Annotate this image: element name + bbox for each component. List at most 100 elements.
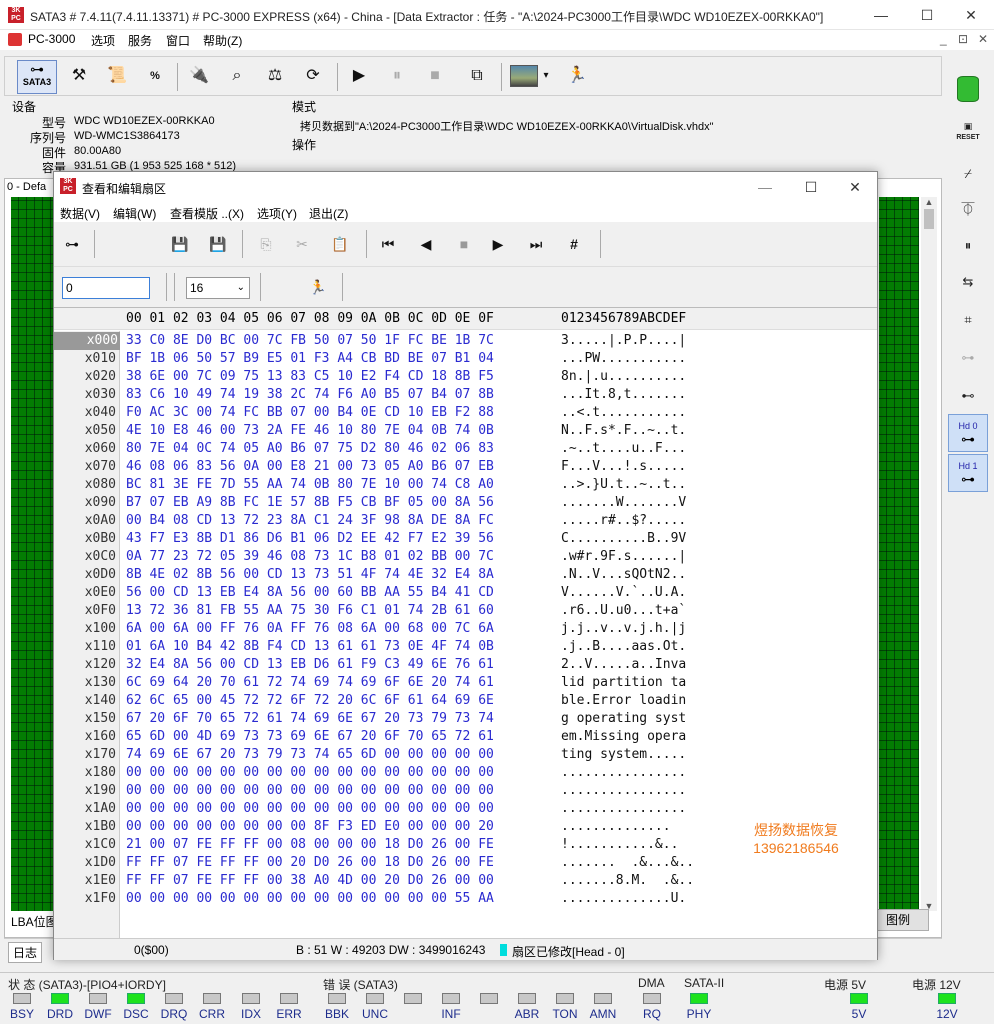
row-ascii[interactable]: C..........B..9V — [561, 530, 686, 548]
row-hex-bytes[interactable]: 0A 77 23 72 05 39 46 08 73 1C B8 01 02 B… — [126, 548, 494, 566]
row-hex-bytes[interactable]: 01 6A 10 B4 42 8B F4 CD 13 61 61 73 0E 4… — [126, 638, 494, 656]
hex-row[interactable]: x150 67 20 6F 70 65 72 61 74 69 6E 67 20 … — [54, 710, 877, 728]
mdi-minimize-button[interactable]: _ — [940, 32, 947, 46]
row-hex-bytes[interactable]: 8B 4E 02 8B 56 00 CD 13 73 51 4F 74 4E 3… — [126, 566, 494, 584]
hex-row[interactable]: x1A0 00 00 00 00 00 00 00 00 00 00 00 00 … — [54, 800, 877, 818]
next-sector-icon[interactable]: ▶ — [484, 230, 512, 258]
row-hex-bytes[interactable]: FF FF 07 FE FF FF 00 38 A0 4D 00 20 D0 2… — [126, 872, 494, 890]
dialog-maximize-button[interactable]: ☐ — [788, 172, 834, 202]
stop-icon[interactable]: ■ — [419, 61, 451, 93]
hex-row[interactable]: x140 62 6C 65 00 45 72 72 6F 72 20 6C 6F … — [54, 692, 877, 710]
hex-row[interactable]: x100 6A 00 6A 00 FF 76 0A FF 76 08 6A 00 … — [54, 620, 877, 638]
row-ascii[interactable]: ...PW........... — [561, 350, 686, 368]
play-icon[interactable]: ▶ — [343, 61, 375, 93]
row-hex-bytes[interactable]: 13 72 36 81 FB 55 AA 75 30 F6 C1 01 74 2… — [126, 602, 494, 620]
copy-bytes-icon[interactable]: ⎘ — [252, 230, 280, 258]
row-hex-bytes[interactable]: 00 00 00 00 00 00 00 00 00 00 00 00 00 0… — [126, 800, 494, 818]
binoculars-icon[interactable]: ⌕ — [221, 61, 253, 93]
database-power-icon[interactable] — [950, 76, 986, 112]
row-ascii[interactable]: ..<.t........... — [561, 404, 686, 422]
pause-right-icon[interactable]: ⏸ — [950, 228, 986, 264]
goto-sector-icon[interactable]: # — [560, 230, 588, 258]
row-ascii[interactable]: ................ — [561, 782, 686, 800]
hex-row[interactable]: x0B0 43 F7 E3 8B D1 86 D6 B1 06 D2 EE 42 … — [54, 530, 877, 548]
row-hex-bytes[interactable]: B7 07 EB A9 8B FC 1E 57 8B F5 CB BF 05 0… — [126, 494, 494, 512]
row-ascii[interactable]: ...It.8,t....... — [561, 386, 686, 404]
row-hex-bytes[interactable]: 67 20 6F 70 65 72 61 74 69 6E 67 20 73 7… — [126, 710, 494, 728]
row-ascii[interactable]: lid partition ta — [561, 674, 686, 692]
menu-app[interactable]: PC-3000 — [28, 32, 75, 46]
row-hex-bytes[interactable]: 74 69 6E 67 20 73 79 73 74 65 6D 00 00 0… — [126, 746, 494, 764]
menu-service[interactable]: 服务 — [128, 32, 152, 49]
runner-icon[interactable]: 🏃 — [561, 61, 593, 93]
row-ascii[interactable]: g operating syst — [561, 710, 686, 728]
row-ascii[interactable]: 3.....|.P.P....| — [561, 332, 686, 350]
dialog-menu-edit[interactable]: 编辑(W) — [113, 205, 156, 222]
menu-window[interactable]: 窗口 — [166, 32, 190, 49]
row-ascii[interactable]: .w#r.9F.s......| — [561, 548, 686, 566]
dialog-menu-exit[interactable]: 退出(Z) — [309, 205, 348, 222]
transfer-icon[interactable]: ⇆ — [950, 264, 986, 300]
row-hex-bytes[interactable]: BC 81 3E FE 7D 55 AA 74 0B 80 7E 10 00 7… — [126, 476, 494, 494]
row-hex-bytes[interactable]: 00 B4 08 CD 13 72 23 8A C1 24 3F 98 8A D… — [126, 512, 494, 530]
row-hex-bytes[interactable]: 6A 00 6A 00 FF 76 0A FF 76 08 6A 00 68 0… — [126, 620, 494, 638]
row-ascii[interactable]: .r6..U.u0...t+a` — [561, 602, 686, 620]
row-ascii[interactable]: .......W.......V — [561, 494, 686, 512]
sata-port-button[interactable]: ⊶ SATA3 — [17, 60, 57, 94]
row-ascii[interactable]: ..............U. — [561, 890, 686, 908]
row-ascii[interactable]: ting system..... — [561, 746, 686, 764]
bytes-per-row-select[interactable]: 16 ⌄ — [186, 277, 250, 299]
dialog-menu-data[interactable]: 数据(V) — [60, 205, 100, 222]
scroll-icon[interactable]: 📜 — [101, 61, 133, 93]
first-sector-icon[interactable]: ⏮ — [374, 230, 402, 258]
row-ascii[interactable]: 2..V.....a..Inva — [561, 656, 686, 674]
row-ascii[interactable]: j.j..v..v.j.h.|j — [561, 620, 686, 638]
write-sector-icon[interactable]: 💾 — [204, 230, 232, 258]
row-ascii[interactable]: V......V.`..U.A. — [561, 584, 686, 602]
hex-row[interactable]: x040 F0 AC 3C 00 74 FC BB 07 00 B4 0E CD … — [54, 404, 877, 422]
image-icon[interactable] — [510, 65, 538, 87]
hex-row[interactable]: x000 33 C0 8E D0 BC 00 7C FB 50 07 50 1F … — [54, 332, 877, 350]
row-hex-bytes[interactable]: F0 AC 3C 00 74 FC BB 07 00 B4 0E CD 10 E… — [126, 404, 494, 422]
row-ascii[interactable]: ....... .&...&.. — [561, 854, 694, 872]
percent-icon[interactable]: % — [139, 61, 171, 93]
head-0-button[interactable]: Hd 0 ⊶ — [948, 414, 988, 452]
log-tab[interactable]: 日志 — [8, 942, 43, 963]
row-ascii[interactable]: .j..B....aas.Ot. — [561, 638, 686, 656]
save-sector-icon[interactable]: 💾 — [166, 230, 194, 258]
row-hex-bytes[interactable]: 38 6E 00 7C 09 75 13 83 C5 10 E2 F4 CD 1… — [126, 368, 494, 386]
hex-row[interactable]: x050 4E 10 E8 46 00 73 2A FE 46 10 80 7E … — [54, 422, 877, 440]
dialog-menu-template[interactable]: 查看模版 ..(X) — [170, 205, 244, 222]
row-ascii[interactable]: .....r#..$?..... — [561, 512, 686, 530]
hex-row[interactable]: x070 46 08 06 83 56 0A 00 E8 21 00 73 05 … — [54, 458, 877, 476]
menu-help[interactable]: 帮助(Z) — [203, 32, 242, 49]
row-hex-bytes[interactable]: 00 00 00 00 00 00 00 00 00 00 00 00 00 0… — [126, 782, 494, 800]
row-hex-bytes[interactable]: 33 C0 8E D0 BC 00 7C FB 50 07 50 1F FC B… — [126, 332, 494, 350]
head-1-button[interactable]: Hd 1 ⊶ — [948, 454, 988, 492]
dialog-close-button[interactable]: ✕ — [832, 172, 878, 202]
hex-row[interactable]: x1E0 FF FF 07 FE FF FF 00 38 A0 4D 00 20 … — [54, 872, 877, 890]
pin-icon[interactable]: ⌿ — [950, 156, 986, 192]
row-ascii[interactable]: !...........&.. — [561, 836, 686, 854]
hex-row[interactable]: x020 38 6E 00 7C 09 75 13 83 C5 10 E2 F4 … — [54, 368, 877, 386]
cut-icon[interactable]: ✂ — [288, 230, 316, 258]
scale-icon[interactable]: ⚖ — [259, 61, 291, 93]
row-ascii[interactable]: .~..t....u..F... — [561, 440, 686, 458]
hex-row[interactable]: x110 01 6A 10 B4 42 8B F4 CD 13 61 61 73 … — [54, 638, 877, 656]
hex-row[interactable]: x1D0 FF FF 07 FE FF FF 00 20 D0 26 00 18 … — [54, 854, 877, 872]
run-icon[interactable]: 🏃 — [304, 273, 332, 301]
hex-row[interactable]: x080 BC 81 3E FE 7D 55 AA 74 0B 80 7E 10 … — [54, 476, 877, 494]
dropdown-arrow-icon[interactable]: ▾ — [539, 61, 553, 93]
minimize-button[interactable]: — — [858, 0, 904, 30]
row-hex-bytes[interactable]: 4E 10 E8 46 00 73 2A FE 46 10 80 7E 04 0… — [126, 422, 494, 440]
row-hex-bytes[interactable]: 00 00 00 00 00 00 00 00 00 00 00 00 00 0… — [126, 890, 494, 908]
menu-options[interactable]: 选项 — [91, 32, 115, 49]
row-ascii[interactable]: .......8.M. .&.. — [561, 872, 694, 890]
reset-button[interactable]: ▣ RESET — [950, 116, 986, 152]
hex-row[interactable]: x060 80 7E 04 0C 74 05 A0 B6 07 75 D2 80 … — [54, 440, 877, 458]
row-ascii[interactable]: em.Missing opera — [561, 728, 686, 746]
dialog-menu-options[interactable]: 选项(Y) — [257, 205, 297, 222]
paste-icon[interactable]: 📋 — [326, 230, 354, 258]
hex-row[interactable]: x180 00 00 00 00 00 00 00 00 00 00 00 00 … — [54, 764, 877, 782]
row-ascii[interactable]: .............. — [561, 818, 686, 836]
